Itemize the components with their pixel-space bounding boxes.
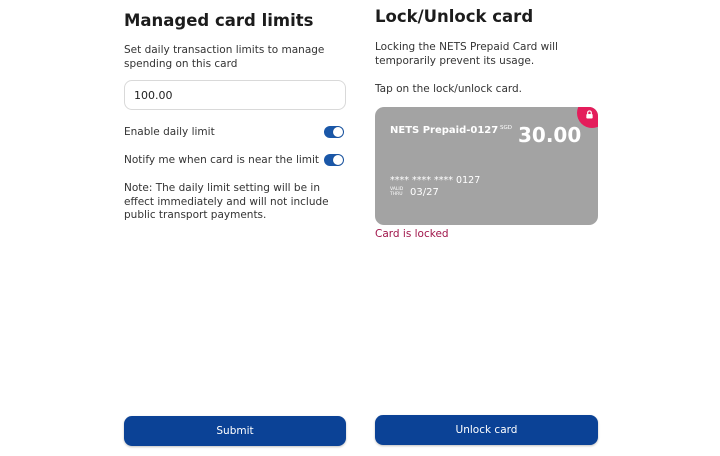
toggle-knob: [333, 155, 343, 165]
unlock-card-button[interactable]: Unlock card: [375, 415, 598, 445]
card-limits-description: Set daily transaction limits to manage s…: [124, 44, 325, 70]
lock-instruction: Tap on the lock/unlock card.: [375, 83, 523, 95]
card-expiry: 03/27: [410, 187, 439, 198]
submit-button[interactable]: Submit: [124, 416, 346, 446]
toggle-knob: [333, 127, 343, 137]
lock-unlock-panel: Lock/Unlock card Locking the NETS Prepai…: [375, 0, 598, 456]
enable-daily-limit-row: Enable daily limit: [124, 125, 346, 141]
daily-limit-note: Note: The daily limit setting will be in…: [124, 182, 329, 221]
enable-daily-limit-toggle[interactable]: [324, 126, 344, 138]
lock-description: Locking the NETS Prepaid Card will tempo…: [375, 41, 558, 67]
card-number: **** **** **** 0127: [390, 175, 481, 186]
card-currency: SGD: [500, 125, 512, 131]
lock-icon: [586, 110, 593, 119]
daily-limit-input[interactable]: [124, 80, 346, 110]
notify-near-limit-row: Notify me when card is near the limit: [124, 153, 346, 169]
card-limits-panel: Managed card limits Set daily transactio…: [124, 0, 346, 456]
enable-daily-limit-label: Enable daily limit: [124, 126, 215, 138]
valid-thru-label: VALID THRU: [390, 187, 404, 197]
card-limits-title: Managed card limits: [124, 11, 314, 30]
notify-near-limit-toggle[interactable]: [324, 154, 344, 166]
card-lock-status: Card is locked: [375, 228, 449, 240]
card-name: NETS Prepaid-0127: [390, 125, 499, 136]
notify-near-limit-label: Notify me when card is near the limit: [124, 154, 320, 166]
lock-unlock-title: Lock/Unlock card: [375, 7, 534, 26]
prepaid-card[interactable]: NETS Prepaid-0127 SGD 30.00 **** **** **…: [375, 107, 598, 225]
card-balance: 30.00: [518, 123, 582, 147]
